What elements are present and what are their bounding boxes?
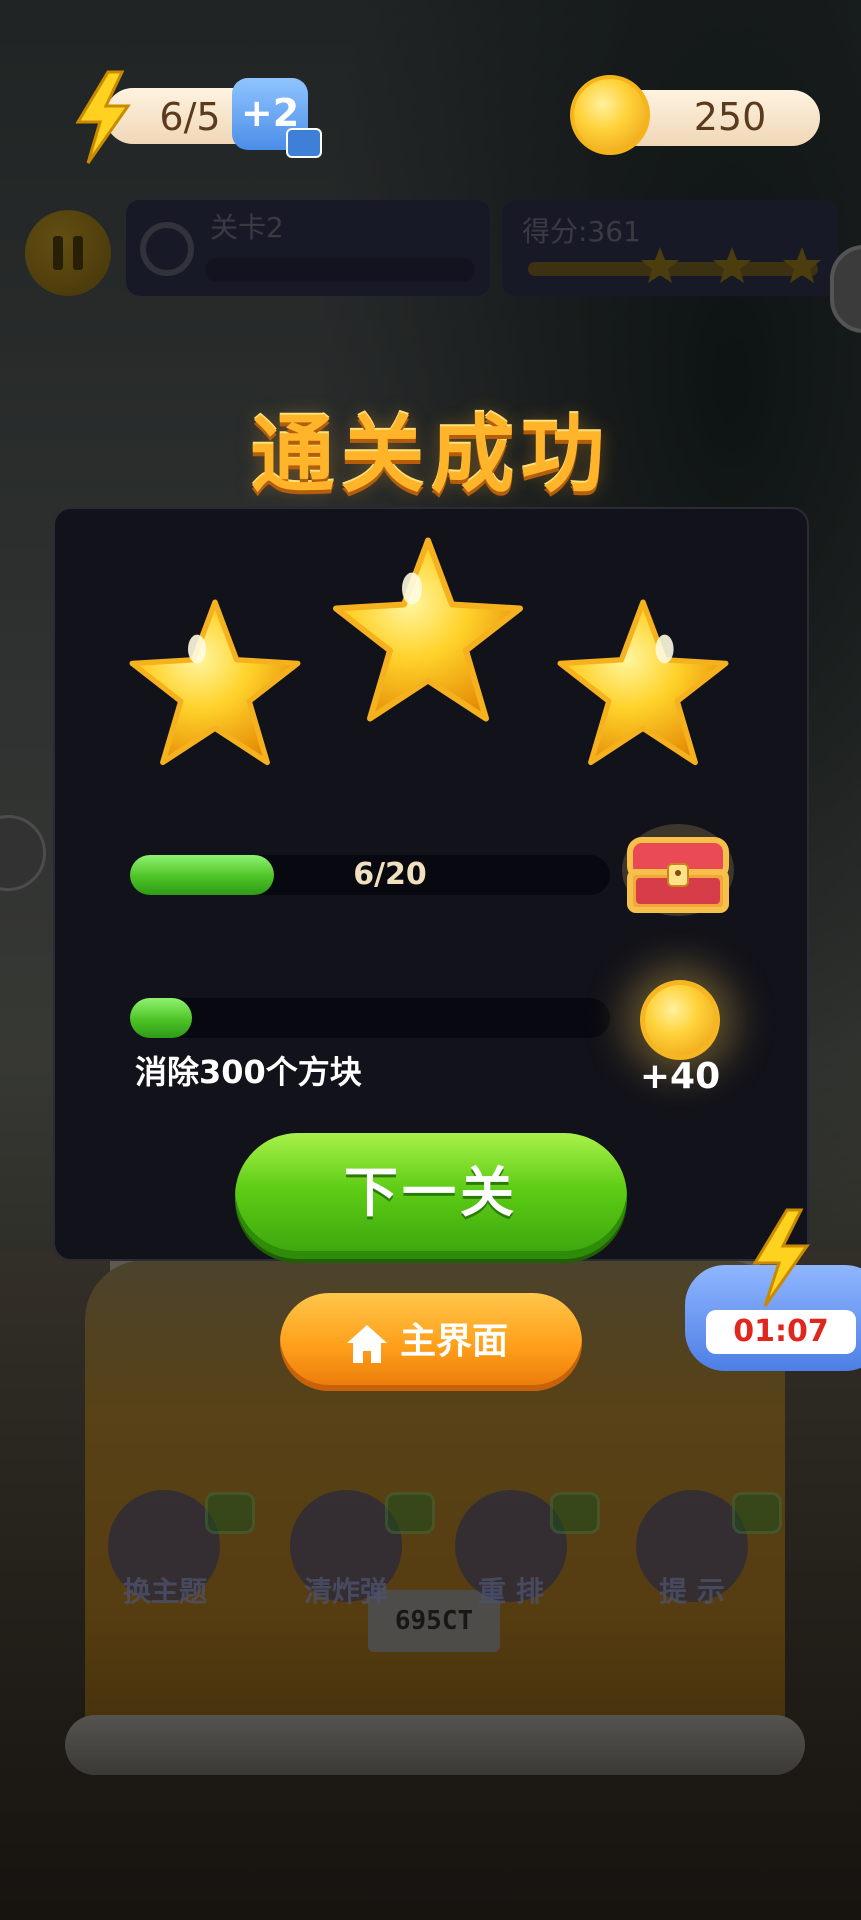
task-label: 消除300个方块 [135, 1053, 362, 1091]
star-icon [557, 599, 729, 766]
lightning-icon [752, 1208, 810, 1307]
result-title: 通关成功 [250, 406, 611, 504]
task-progress-fill [130, 998, 192, 1038]
star-icon [129, 599, 301, 766]
coin-icon [570, 75, 650, 155]
home-icon [347, 1325, 387, 1363]
energy-timer-text: 01:07 [706, 1310, 856, 1354]
home-button-label: 主界面 [400, 1321, 509, 1362]
reward-coin-icon [640, 980, 720, 1060]
lightning-icon [75, 70, 131, 164]
next-level-button[interactable]: 下一关 [235, 1133, 627, 1259]
energy-count: 6/5 [159, 95, 221, 139]
chest-progress-text: 6/20 [353, 857, 427, 892]
reward-amount: +40 [639, 1056, 721, 1097]
treasure-chest-icon [622, 824, 734, 916]
star-icon [333, 537, 523, 722]
coin-count: 250 [693, 95, 767, 139]
chest-progress-fill [130, 855, 274, 895]
task-progress-track [130, 998, 610, 1038]
video-icon [286, 128, 322, 158]
